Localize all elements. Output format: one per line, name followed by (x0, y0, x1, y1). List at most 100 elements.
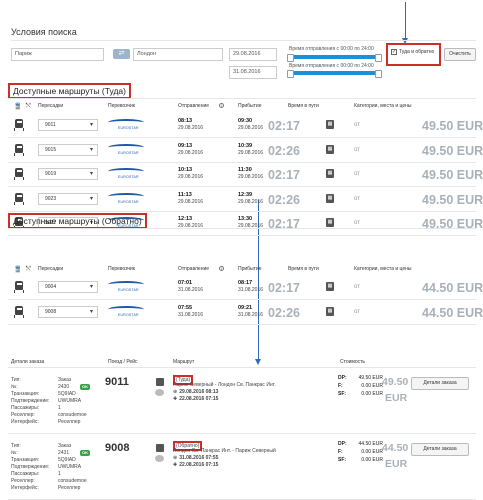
train-select[interactable]: 9023 (38, 192, 98, 205)
arrival-datetime: 22.08.2016 07:15 (179, 396, 219, 402)
time-range-label-1: Время отправления с 00:00 по 24:00 (289, 46, 374, 52)
arrival-time: 09:21 (238, 304, 253, 311)
route-row[interactable]: 9004EUROSTAR07:0131.08.201608:1731.08.20… (8, 276, 483, 300)
eurostar-logo: EUROSTAR (108, 192, 146, 206)
price[interactable]: 44.50 EUR (422, 281, 483, 295)
cost-value-sf: 0.00 EUR (361, 457, 383, 463)
order-row: Тип: Заказ №: 2430 Транзакция: 5Q9IAD Подтверж… (8, 368, 476, 434)
cost-label-sf: SF: (338, 457, 347, 463)
price[interactable]: 49.50 EUR (422, 119, 483, 133)
train-icon-part (16, 145, 22, 148)
train-icon-part (16, 170, 22, 172)
category-icon[interactable]: ▦ (326, 306, 334, 316)
return-table-header: 🚆 ⤲ Пересадки Перевозчик Отправление Прибытие… (8, 264, 476, 276)
carrier-name: EUROSTAR (118, 199, 139, 204)
route-row[interactable]: 9023EUROSTAR11:1329.08.201612:3929.08.20… (8, 188, 483, 212)
train-icon (14, 305, 24, 318)
train-select[interactable]: 9008 (38, 305, 98, 318)
arrival-time: 12:39 (238, 191, 253, 198)
cost-value-f: 0.00 EUR (361, 383, 383, 389)
order-train-number: 9011 (105, 376, 129, 388)
status-ok: OK (80, 450, 90, 456)
train-icon-part (16, 121, 22, 123)
orders-header: Детали заказа Поезд / Рейс Маршрут Стоим… (8, 357, 476, 368)
category-icon[interactable]: ▦ (326, 218, 334, 227)
arrival-line: ✚ 22.08.2016 07:15 (173, 396, 218, 403)
time-range-slider-2[interactable] (287, 69, 382, 78)
train-select[interactable]: 9019 (38, 168, 98, 180)
total-currency: EUR (385, 392, 408, 404)
price[interactable]: 44.50 EUR (422, 306, 483, 320)
from-input[interactable]: Париж (11, 48, 104, 61)
header-departure: Отправление (178, 266, 210, 272)
roundtrip-checkbox[interactable]: ✓ (391, 49, 397, 55)
price-from-label: от (354, 122, 360, 128)
order-value-passengers: 1 (58, 405, 61, 411)
arrival-date: 29.08.2016 (238, 174, 264, 180)
eurostar-logo-swoosh (108, 192, 144, 200)
route-row[interactable]: 9008EUROSTAR07:5531.08.201609:2131.08.20… (8, 301, 483, 325)
route-row[interactable]: 9015EUROSTAR09:1329.08.201610:3929.08.20… (8, 139, 483, 163)
price[interactable]: 49.50 EUR (422, 168, 483, 182)
train-icon-part (14, 201, 24, 205)
eurostar-logo-swoosh (108, 143, 144, 151)
departure-time: 07:01 (178, 280, 193, 286)
annotation-arrow-top (402, 2, 408, 44)
order-value-transaction: 5Q9IAD (58, 391, 76, 397)
to-input[interactable]: Лондон (133, 48, 223, 61)
orders-train-header: Поезд / Рейс (108, 359, 138, 365)
depart-date-input[interactable]: 29.08.2016 (229, 48, 277, 61)
arrival-time: 11:30 (238, 167, 252, 173)
clear-button[interactable]: Очистить (444, 48, 476, 61)
return-title: Доступные маршруты (Обратно) (8, 213, 147, 229)
order-label-reseller: Реселлер: (11, 412, 35, 418)
category-icon[interactable]: ▦ (326, 282, 334, 291)
train-select[interactable]: 9011 (38, 119, 98, 131)
comment-icon[interactable] (155, 455, 164, 462)
train-icon-part (14, 152, 24, 156)
order-value-type: Заказ (58, 443, 72, 449)
train-select[interactable]: 9004 (38, 281, 98, 293)
train-column-icon: 🚆 (14, 104, 22, 110)
cost-label-dp: DP: (338, 375, 347, 381)
train-select[interactable]: 9015 (38, 143, 98, 156)
route-row[interactable]: 9011EUROSTAR08:1329.08.201609:3029.08.20… (8, 114, 483, 138)
departure-date: 29.08.2016 (178, 149, 204, 156)
comment-icon[interactable] (155, 389, 164, 396)
header-carrier: Перевозчик (108, 103, 135, 109)
order-label-interface: Интерфейс: (11, 485, 39, 491)
cost-value-dp: 49.50 EUR (358, 375, 383, 381)
order-details-button[interactable]: Детали заказа (411, 377, 469, 390)
time-range-slider-1[interactable] (287, 53, 382, 62)
category-icon[interactable]: ▦ (326, 193, 334, 203)
departure-date: 31.08.2016 (178, 287, 204, 293)
arrival-time: 09:30 (238, 118, 253, 124)
outbound-divider (8, 98, 476, 99)
return-date-input[interactable]: 31.08.2016 (229, 66, 277, 79)
travel-time: 02:17 (268, 119, 300, 133)
category-icon[interactable]: ▦ (326, 120, 334, 129)
price[interactable]: 49.50 EUR (422, 193, 483, 207)
status-badge: OK (78, 384, 90, 391)
cost-value-f: 0.00 EUR (361, 449, 383, 455)
eurostar-logo: EUROSTAR (108, 305, 146, 319)
train-icon (14, 119, 24, 131)
outbound-title: Доступные маршруты (Туда) (8, 83, 131, 99)
price[interactable]: 49.50 EUR (422, 144, 483, 158)
category-icon[interactable]: ▦ (326, 144, 334, 154)
route-row[interactable]: 9019EUROSTAR10:1329.08.201611:3029.08.20… (8, 163, 483, 187)
search-divider (11, 40, 476, 41)
arrival-date: 29.08.2016 (238, 125, 264, 131)
category-icon[interactable]: ▦ (326, 169, 334, 178)
orders-route-header: Маршрут (173, 359, 195, 365)
order-category-icon (156, 444, 164, 452)
arrival-date: 31.08.2016 (238, 311, 264, 318)
order-details-button[interactable]: Детали заказа (411, 443, 469, 456)
header-arrival: Прибытие (238, 103, 262, 109)
carrier-name: EUROSTAR (118, 150, 139, 155)
swap-arrows-icon[interactable]: ⇄ (113, 49, 130, 59)
order-value-reseller: consudemoe (58, 478, 87, 484)
carrier-name: EUROSTAR (118, 312, 139, 317)
search-title: Условия поиска (11, 27, 77, 37)
header-carrier: Перевозчик (108, 266, 135, 272)
